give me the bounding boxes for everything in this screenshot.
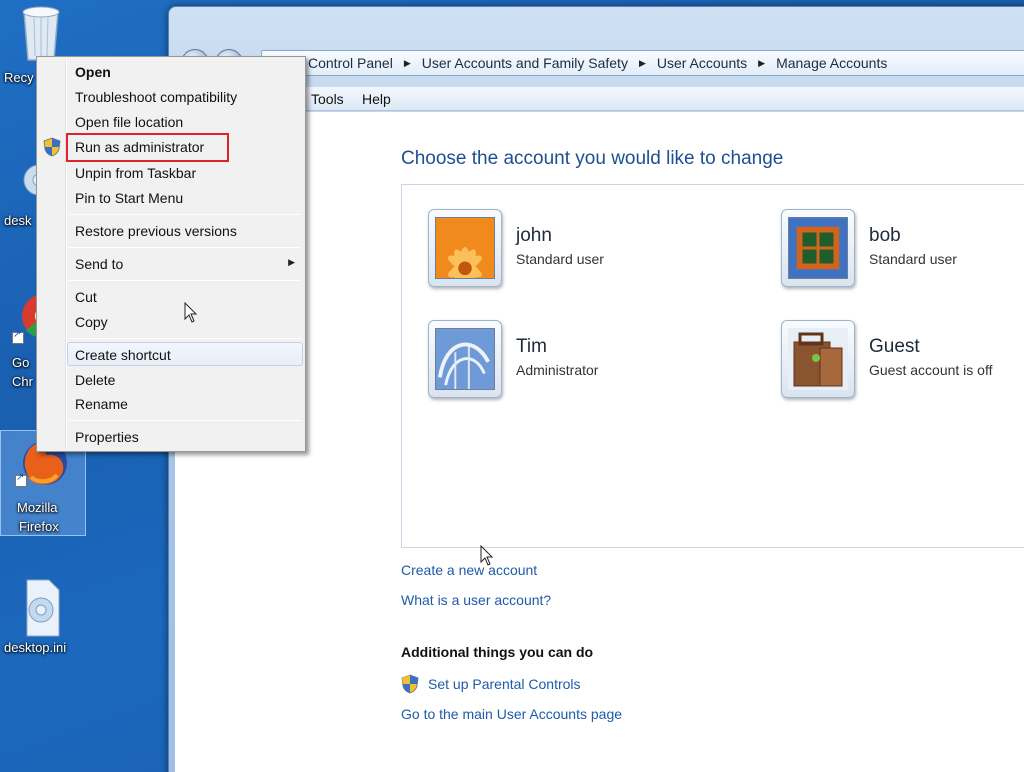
- parental-controls-link[interactable]: Set up Parental Controls: [428, 676, 581, 692]
- account-name[interactable]: Tim: [516, 336, 598, 358]
- menu-separator: [69, 420, 301, 421]
- desktop-icon-label: desk: [4, 213, 32, 228]
- briefcase-avatar-icon: [788, 328, 848, 390]
- breadcrumb-user-accounts-family-safety[interactable]: User Accounts and Family Safety: [422, 55, 628, 71]
- address-bar[interactable]: Control Panel ▶ User Accounts and Family…: [261, 50, 1024, 76]
- what-is-user-account-link[interactable]: What is a user account?: [401, 592, 551, 608]
- menu-item-unpin-taskbar[interactable]: Unpin from Taskbar: [75, 162, 196, 184]
- account-bob[interactable]: bob Standard user: [781, 209, 957, 287]
- menu-item-delete[interactable]: Delete: [75, 369, 115, 391]
- window-frame-avatar-icon: [788, 217, 848, 279]
- menu-item-open-file-location[interactable]: Open file location: [75, 111, 183, 133]
- menu-separator: [69, 280, 301, 281]
- recycle-bin-label: Recy: [4, 70, 34, 85]
- account-guest[interactable]: Guest Guest account is off: [781, 320, 992, 398]
- menu-separator: [69, 214, 301, 215]
- context-menu: Open Troubleshoot compatibility Open fil…: [36, 56, 306, 452]
- firefox-label-2: Firefox: [19, 519, 59, 534]
- red-highlight-box: [66, 133, 229, 162]
- breadcrumb-arrow-icon[interactable]: ▶: [404, 58, 411, 69]
- menu-item-properties[interactable]: Properties: [75, 426, 139, 448]
- settings-file-icon: [26, 579, 60, 637]
- shortcut-arrow-icon: [15, 472, 27, 487]
- breadcrumb-arrow-icon[interactable]: ▶: [758, 58, 765, 69]
- desktop-icon-desktop-ini[interactable]: desktop.ini: [0, 578, 84, 655]
- avatar[interactable]: [781, 209, 855, 287]
- menu-item-send-to[interactable]: Send to: [75, 253, 123, 275]
- menu-item-open[interactable]: Open: [75, 61, 111, 83]
- desktop-ini-label: desktop.ini: [4, 640, 67, 655]
- main-user-accounts-link[interactable]: Go to the main User Accounts page: [401, 706, 622, 722]
- page-title: Choose the account you would like to cha…: [401, 148, 784, 169]
- shortcut-arrow-icon: [12, 329, 24, 344]
- recycle-bin-icon: [22, 6, 60, 61]
- breadcrumb-manage-accounts[interactable]: Manage Accounts: [776, 55, 887, 71]
- rollercoaster-avatar-icon: [435, 328, 495, 390]
- account-name[interactable]: Guest: [869, 336, 992, 358]
- menu-item-restore-versions[interactable]: Restore previous versions: [75, 220, 237, 242]
- mouse-cursor-icon: [184, 302, 198, 323]
- breadcrumb-arrow-icon[interactable]: ▶: [639, 58, 646, 69]
- menu-tools[interactable]: Tools: [311, 91, 344, 107]
- chrome-label-1: Go: [12, 355, 30, 370]
- menu-item-cut[interactable]: Cut: [75, 286, 97, 308]
- chrome-label-2: Chr: [12, 374, 33, 389]
- menu-item-copy[interactable]: Copy: [75, 311, 108, 333]
- avatar[interactable]: [428, 209, 502, 287]
- account-type: Standard user: [516, 251, 604, 267]
- account-tim[interactable]: Tim Administrator: [428, 320, 598, 398]
- menu-separator: [69, 338, 301, 339]
- menu-item-troubleshoot[interactable]: Troubleshoot compatibility: [75, 86, 237, 108]
- breadcrumb-control-panel[interactable]: Control Panel: [308, 55, 393, 71]
- create-account-link[interactable]: Create a new account: [401, 562, 537, 578]
- menu-item-pin-start[interactable]: Pin to Start Menu: [75, 187, 183, 209]
- menu-help[interactable]: Help: [362, 91, 391, 107]
- avatar[interactable]: [428, 320, 502, 398]
- account-type: Administrator: [516, 362, 599, 378]
- uac-shield-icon: [401, 674, 419, 694]
- uac-shield-icon: [43, 137, 61, 157]
- avatar[interactable]: [781, 320, 855, 398]
- account-type: Guest account is off: [869, 362, 993, 378]
- account-john[interactable]: john Standard user: [428, 209, 604, 287]
- menu-item-create-shortcut[interactable]: Create shortcut: [75, 344, 171, 366]
- account-name[interactable]: john: [516, 225, 604, 247]
- account-name[interactable]: bob: [869, 225, 957, 247]
- firefox-label-1: Mozilla: [17, 500, 58, 515]
- accounts-list: john Standard user bob Standard user Tim…: [401, 184, 1024, 548]
- submenu-arrow-icon: ▶: [288, 257, 295, 267]
- breadcrumb-user-accounts[interactable]: User Accounts: [657, 55, 747, 71]
- flower-avatar-icon: [435, 217, 495, 279]
- menu-separator: [69, 247, 301, 248]
- mouse-cursor-icon: [480, 545, 494, 566]
- account-type: Standard user: [869, 251, 957, 267]
- menu-item-rename[interactable]: Rename: [75, 393, 128, 415]
- additional-things-heading: Additional things you can do: [401, 644, 594, 660]
